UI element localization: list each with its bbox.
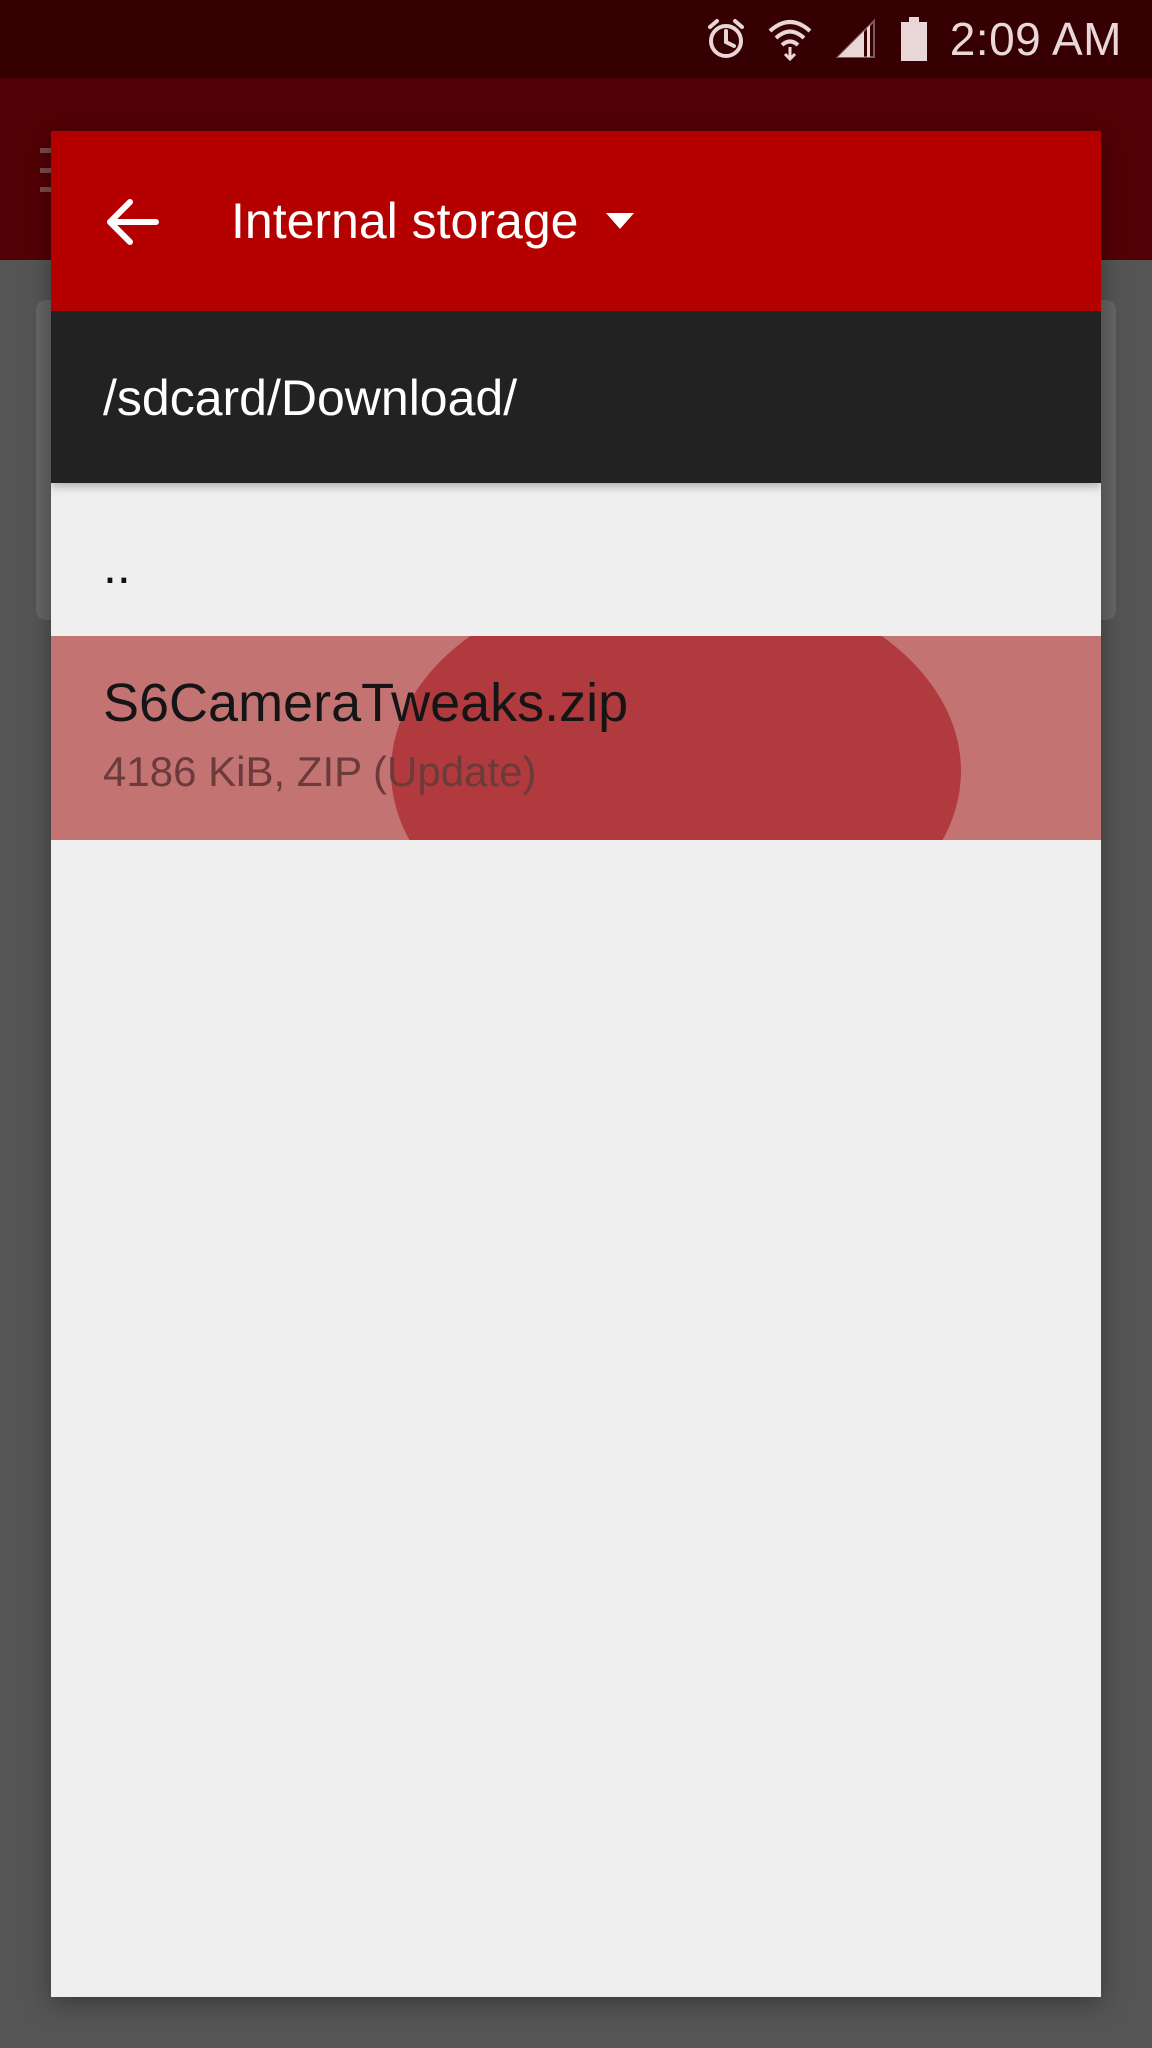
dropdown-arrow-icon [606, 213, 635, 229]
cell-signal-icon [834, 17, 878, 61]
file-list: .. S6CameraTweaks.zip 4186 KiB, ZIP (Upd… [51, 483, 1101, 840]
status-icons: 2:09 AM [706, 10, 1122, 68]
touch-ripple [391, 636, 961, 840]
arrow-left-icon [107, 199, 159, 245]
file-chooser-dialog: Internal storage /sdcard/Download/ .. S6… [51, 131, 1101, 1997]
parent-directory-label: .. [103, 538, 131, 594]
storage-label: Internal storage [231, 193, 579, 249]
file-meta: 4186 KiB, ZIP (Update) [103, 748, 537, 795]
back-button[interactable] [97, 187, 167, 257]
file-name: S6CameraTweaks.zip [103, 673, 629, 733]
file-item-s6cameratweaks[interactable]: S6CameraTweaks.zip 4186 KiB, ZIP (Update… [51, 636, 1101, 840]
dialog-header: Internal storage [51, 131, 1101, 311]
path-bar: /sdcard/Download/ [51, 311, 1101, 483]
alarm-icon [706, 17, 746, 61]
storage-dropdown[interactable]: Internal storage [231, 171, 636, 271]
status-time: 2:09 AM [949, 13, 1122, 65]
wifi-icon [768, 17, 812, 61]
parent-directory-item[interactable]: .. [51, 483, 1101, 636]
status-bar: 2:09 AM [0, 0, 1152, 78]
battery-icon [900, 16, 928, 62]
current-path: /sdcard/Download/ [103, 370, 518, 426]
